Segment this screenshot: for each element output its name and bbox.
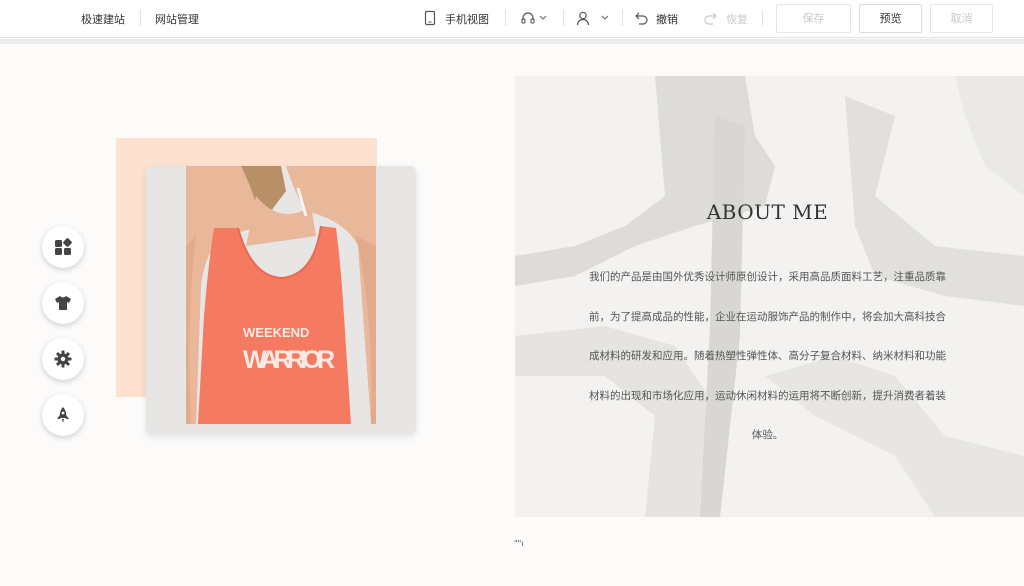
chevron-down-icon[interactable]: [538, 10, 548, 26]
shirt-print-line1: WEEKEND: [243, 325, 309, 340]
undo-button[interactable]: 撤销: [656, 11, 678, 27]
user-icon[interactable]: [575, 10, 591, 26]
product-photo[interactable]: WEEKEND WARRIOR: [186, 166, 376, 424]
small-text-mark: ""ı: [514, 539, 524, 548]
mobile-icon[interactable]: [422, 10, 438, 26]
components-button[interactable]: [42, 226, 84, 268]
gear-icon: [54, 350, 72, 368]
divider: [762, 10, 763, 26]
settings-button[interactable]: [42, 338, 84, 380]
theme-button[interactable]: [42, 282, 84, 324]
cancel-button[interactable]: 取消: [930, 4, 993, 33]
redo-icon[interactable]: [703, 10, 719, 26]
divider: [505, 10, 506, 26]
undo-icon[interactable]: [633, 10, 649, 26]
shirt-icon: [55, 296, 71, 310]
redo-button[interactable]: 恢复: [726, 11, 748, 27]
shirt-print-line2: WARRIOR: [243, 346, 335, 374]
mobile-view-button[interactable]: 手机视图: [445, 11, 489, 27]
rocket-icon: [57, 407, 69, 423]
section-title[interactable]: ABOUT ME: [640, 200, 895, 224]
save-button[interactable]: 保存: [776, 4, 851, 33]
divider: [140, 10, 141, 26]
divider: [563, 10, 564, 26]
preview-button[interactable]: 预览: [859, 4, 922, 33]
publish-button[interactable]: [42, 394, 84, 436]
divider: [622, 10, 623, 26]
widgets-icon: [55, 238, 72, 255]
editor-toolbar: 极速建站 网站管理 手机视图 撤销 恢复 保存 预览 取消: [0, 0, 1024, 38]
chevron-down-icon[interactable]: [600, 10, 610, 26]
section-body-text[interactable]: 我们的产品是由国外优秀设计师原创设计，采用高品质面料工艺，注重品质靠前，为了提高…: [585, 258, 950, 456]
quick-build-link[interactable]: 极速建站: [81, 11, 125, 27]
site-manage-link[interactable]: 网站管理: [155, 11, 199, 27]
page-canvas: WEEKEND WARRIOR ABOUT ME 我们的产品是由国外优秀设计师原…: [0, 44, 1024, 586]
headset-icon[interactable]: [520, 10, 536, 26]
